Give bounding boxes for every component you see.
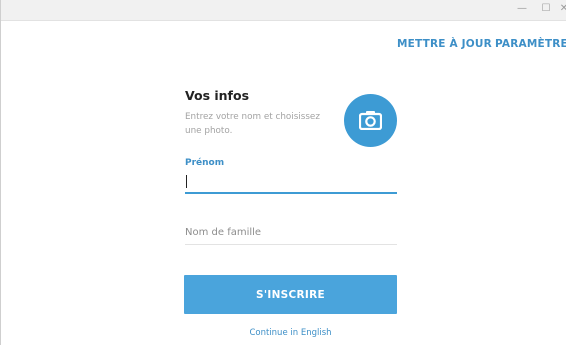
signup-button[interactable]: S'INSCRIRE <box>184 275 397 314</box>
first-name-input[interactable] <box>185 174 397 194</box>
form-heading: Vos infos <box>185 88 250 103</box>
update-link[interactable]: METTRE À JOUR <box>397 38 492 50</box>
choose-photo-button[interactable] <box>344 94 397 147</box>
title-bar: — ☐ ✕ <box>1 0 566 21</box>
text-cursor <box>186 175 187 188</box>
form-description: Entrez votre nom et choisissez une photo… <box>185 112 320 136</box>
close-button[interactable]: ✕ <box>559 2 566 16</box>
camera-icon <box>359 111 382 130</box>
minimize-button[interactable]: — <box>515 2 529 16</box>
app-window: — ☐ ✕ METTRE À JOUR PARAMÈTRES Vos infos… <box>0 0 566 345</box>
maximize-button[interactable]: ☐ <box>539 2 553 16</box>
continue-in-english-link[interactable]: Continue in English <box>184 328 397 338</box>
settings-link[interactable]: PARAMÈTRES <box>495 38 566 50</box>
first-name-label: Prénom <box>185 158 225 168</box>
last-name-input[interactable] <box>185 221 397 245</box>
